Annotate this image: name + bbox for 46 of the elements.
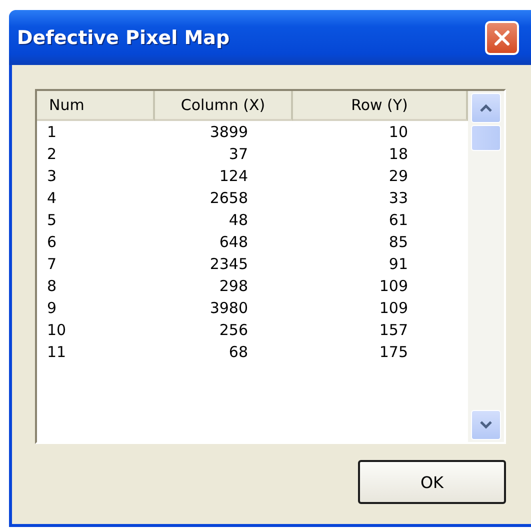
table-cell: 10 — [47, 321, 66, 339]
table-cell: 61 — [388, 211, 408, 229]
table-cell: 18 — [388, 145, 408, 163]
window-title: Defective Pixel Map — [17, 26, 231, 48]
table-cell: 124 — [219, 167, 248, 185]
table-cell: 9 — [47, 299, 57, 317]
table-cell: 298 — [219, 277, 248, 295]
table-cell: 157 — [379, 321, 408, 339]
scroll-down-button[interactable] — [471, 410, 501, 440]
table-cell: 8 — [47, 277, 57, 295]
table-cell: 2658 — [210, 189, 248, 207]
ok-button[interactable]: OK — [358, 460, 506, 504]
table-cell: 33 — [388, 189, 408, 207]
table-cell: 2 — [47, 145, 57, 163]
column-header[interactable]: Num — [37, 91, 155, 121]
close-icon — [492, 28, 512, 48]
column-header[interactable]: Row (Y) — [293, 91, 468, 121]
table-cell: 109 — [379, 299, 408, 317]
close-button[interactable] — [485, 20, 519, 54]
scroll-thumb[interactable] — [471, 125, 501, 151]
table-cell: 7 — [47, 255, 57, 273]
table-cell: 175 — [379, 343, 408, 361]
table-cell: 48 — [228, 211, 248, 229]
scrollbar[interactable] — [468, 91, 504, 442]
table-cell: 3899 — [210, 123, 248, 141]
table-cell: 109 — [379, 277, 408, 295]
table-cell: 91 — [388, 255, 408, 273]
chevron-up-icon — [480, 104, 492, 112]
table-cell: 10 — [388, 123, 408, 141]
column-header[interactable]: Column (X) — [155, 91, 293, 121]
table-cell: 29 — [388, 167, 408, 185]
scroll-up-button[interactable] — [471, 93, 501, 123]
table-cell: 85 — [388, 233, 408, 251]
table-cell: 68 — [228, 343, 248, 361]
table-cell: 11 — [47, 343, 66, 361]
table-cell: 256 — [219, 321, 248, 339]
table-cell: 648 — [219, 233, 248, 251]
table-cell: 6 — [47, 233, 57, 251]
table-cell: 37 — [228, 145, 248, 163]
table-cell: 5 — [47, 211, 57, 229]
table-cell: 3980 — [210, 299, 248, 317]
chevron-down-icon — [480, 421, 492, 429]
table-cell: 1 — [47, 123, 57, 141]
table-cell: 3 — [47, 167, 57, 185]
table-cell: 2345 — [210, 255, 248, 273]
table-cell: 4 — [47, 189, 57, 207]
